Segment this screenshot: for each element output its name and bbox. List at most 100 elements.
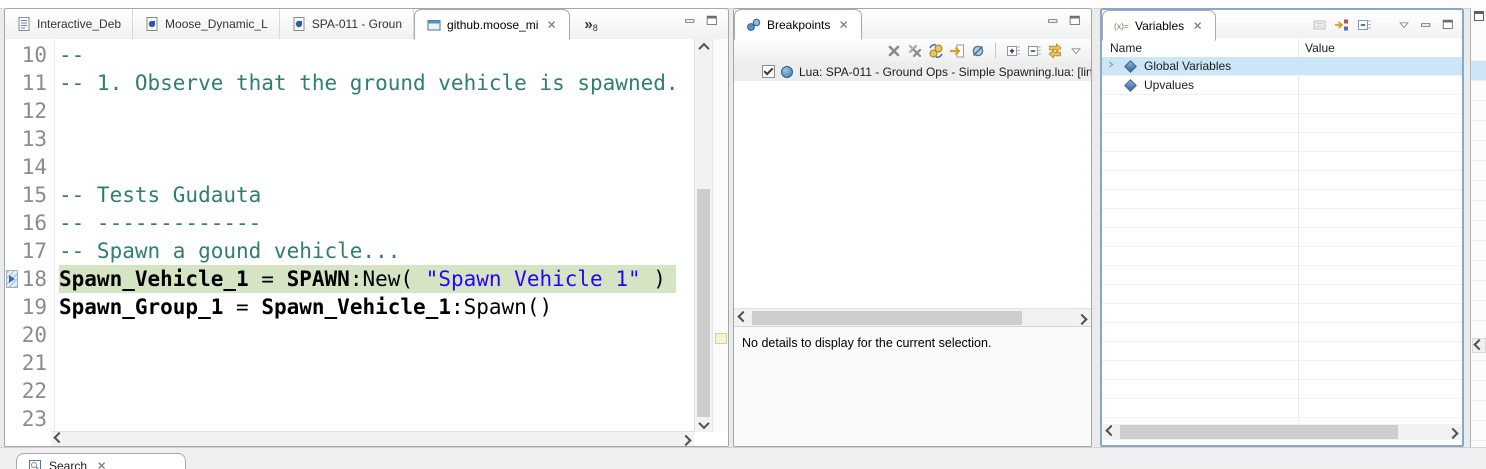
scroll-down-arrow[interactable]	[695, 417, 712, 432]
column-header-value[interactable]: Value	[1298, 41, 1335, 55]
close-icon[interactable]	[96, 460, 108, 469]
breakpoint-checkbox[interactable]	[762, 65, 775, 78]
variables-icon: (x)=	[1114, 18, 1130, 34]
view-menu-icon[interactable]	[1396, 17, 1412, 33]
close-icon[interactable]	[546, 19, 558, 31]
collapse-all-icon[interactable]	[1356, 17, 1372, 33]
breakpoints-list[interactable]: Lua: SPA-011 - Ground Ops - Simple Spawn…	[734, 62, 1091, 308]
scroll-right-arrow[interactable]	[678, 432, 694, 446]
show-supported-breakpoints-icon[interactable]	[928, 43, 944, 59]
empty-grid-row	[1102, 152, 1462, 171]
empty-grid-row	[1102, 247, 1462, 266]
minimize-icon[interactable]	[1418, 17, 1434, 33]
maximize-icon[interactable]	[704, 13, 720, 29]
variable-row-global-variables[interactable]: Global Variables	[1102, 57, 1462, 76]
editor-tab-spa-011-groun[interactable]: SPA-011 - Groun	[280, 9, 414, 39]
code-line-10[interactable]: 10--	[5, 41, 695, 69]
overview-ruler[interactable]	[712, 39, 728, 432]
close-icon[interactable]	[1192, 20, 1204, 32]
line-number: 10	[5, 41, 59, 69]
code-line-14[interactable]: 14	[5, 153, 695, 181]
scroll-left-arrow[interactable]	[735, 310, 751, 326]
skip-all-breakpoints-icon[interactable]	[970, 43, 986, 59]
code-editor[interactable]: 10--11-- 1. Observe that the ground vehi…	[5, 39, 728, 432]
variable-name: Global Variables	[1144, 59, 1231, 73]
scrollbar-thumb[interactable]	[697, 189, 710, 421]
code-text: -- Spawn a gound vehicle...	[59, 237, 400, 265]
link-with-debug-icon[interactable]	[1047, 43, 1063, 59]
code-line-13[interactable]: 13	[5, 125, 695, 153]
collapse-all-icon[interactable]	[1026, 43, 1042, 59]
close-icon[interactable]	[838, 19, 850, 31]
empty-grid-row	[1102, 361, 1462, 380]
variable-row-upvalues[interactable]: Upvalues	[1102, 76, 1462, 95]
toolbar-separator	[995, 43, 996, 58]
code-line-17[interactable]: 17-- Spawn a gound vehicle...	[5, 237, 695, 265]
code-line-18[interactable]: 18Spawn_Vehicle_1 = SPAWN:New( "Spawn Ve…	[5, 265, 695, 293]
scrollbar-thumb[interactable]	[752, 311, 1022, 325]
tab-variables[interactable]: (x)= Variables	[1102, 10, 1216, 41]
scroll-left-arrow[interactable]	[51, 432, 67, 446]
scroll-up-arrow[interactable]	[695, 39, 712, 54]
code-line-16[interactable]: 16-- -------------	[5, 209, 695, 237]
minimize-icon[interactable]	[1045, 13, 1061, 29]
empty-grid-row	[1102, 95, 1462, 114]
editor-tab-moose-dynamic-l[interactable]: Moose_Dynamic_L	[133, 9, 280, 39]
breakpoint-details-pane: No details to display for the current se…	[734, 326, 1091, 446]
scroll-left-arrow[interactable]	[1103, 424, 1119, 440]
expand-chevron-icon[interactable]	[1102, 60, 1122, 72]
variables-tree[interactable]: Global Variables Upvalues	[1102, 57, 1462, 421]
maximize-icon[interactable]	[1474, 11, 1484, 21]
code-line-20[interactable]: 20	[5, 321, 695, 349]
scroll-right-arrow[interactable]	[1445, 424, 1461, 440]
editor-tabbar: Interactive_DebMoose_Dynamic_LSPA-011 - …	[5, 9, 728, 40]
show-logical-structure-icon[interactable]	[1334, 17, 1350, 33]
code-line-21[interactable]: 21	[5, 349, 695, 377]
clipped-grid-row	[1471, 221, 1486, 241]
remove-breakpoint-icon[interactable]	[886, 43, 902, 59]
breakpoints-horizontal-scrollbar[interactable]	[734, 308, 1091, 327]
chevron-double-icon: »	[584, 17, 592, 32]
editor-vertical-scrollbar[interactable]	[694, 39, 712, 432]
code-line-23[interactable]: 23	[5, 405, 695, 432]
code-line-15[interactable]: 15-- Tests Gudauta	[5, 181, 695, 209]
empty-grid-row	[1102, 285, 1462, 304]
eclipse-debug-perspective: Interactive_DebMoose_Dynamic_LSPA-011 - …	[0, 0, 1486, 469]
column-header-name[interactable]: Name	[1102, 41, 1298, 55]
editor-tab-github-moose-mi[interactable]: github.moose_mi	[414, 9, 570, 40]
code-line-11[interactable]: 11-- 1. Observe that the ground vehicle …	[5, 69, 695, 97]
show-type-names-icon[interactable]	[1312, 17, 1328, 33]
editor-horizontal-scrollbar[interactable]	[51, 431, 694, 446]
go-to-file-icon[interactable]	[949, 43, 965, 59]
scroll-left-arrow[interactable]	[1472, 338, 1486, 353]
remove-all-breakpoints-icon[interactable]	[907, 43, 923, 59]
clipped-grid-row	[1471, 281, 1486, 301]
view-menu-icon[interactable]	[1068, 43, 1084, 59]
code-line-12[interactable]: 12	[5, 97, 695, 125]
editor-tab-interactive-deb[interactable]: Interactive_Deb	[5, 9, 133, 39]
annotation-marker[interactable]	[715, 333, 727, 344]
empty-grid-row	[1102, 114, 1462, 133]
scrollbar-thumb[interactable]	[1120, 425, 1398, 439]
maximize-icon[interactable]	[1067, 13, 1083, 29]
breakpoint-row[interactable]: Lua: SPA-011 - Ground Ops - Simple Spawn…	[734, 62, 1091, 81]
search-view-icon	[27, 458, 43, 469]
minimize-icon[interactable]	[682, 13, 698, 29]
expand-all-icon[interactable]	[1005, 43, 1021, 59]
variables-tab-label: Variables	[1135, 19, 1184, 33]
tab-breakpoints[interactable]: Breakpoints	[734, 9, 862, 40]
breakpoint-label: Lua: SPA-011 - Ground Ops - Simple Spawn…	[799, 65, 1091, 79]
variable-diamond-icon	[1124, 60, 1137, 73]
code-line-19[interactable]: 19Spawn_Group_1 = Spawn_Vehicle_1:Spawn(…	[5, 293, 695, 321]
bottom-trim: Search	[0, 447, 1486, 469]
tab-overflow-chevron[interactable]: » 8	[584, 9, 597, 39]
variables-tabbar: (x)= Variables	[1102, 10, 1462, 41]
maximize-icon[interactable]	[1440, 17, 1456, 33]
variables-column-headers[interactable]: Name Value	[1102, 38, 1462, 58]
empty-grid-row	[1102, 190, 1462, 209]
code-line-22[interactable]: 22	[5, 377, 695, 405]
gutter-separator	[54, 39, 55, 432]
variables-horizontal-scrollbar[interactable]	[1103, 424, 1461, 440]
tab-search[interactable]: Search	[16, 453, 186, 469]
scroll-right-arrow[interactable]	[1074, 310, 1090, 326]
